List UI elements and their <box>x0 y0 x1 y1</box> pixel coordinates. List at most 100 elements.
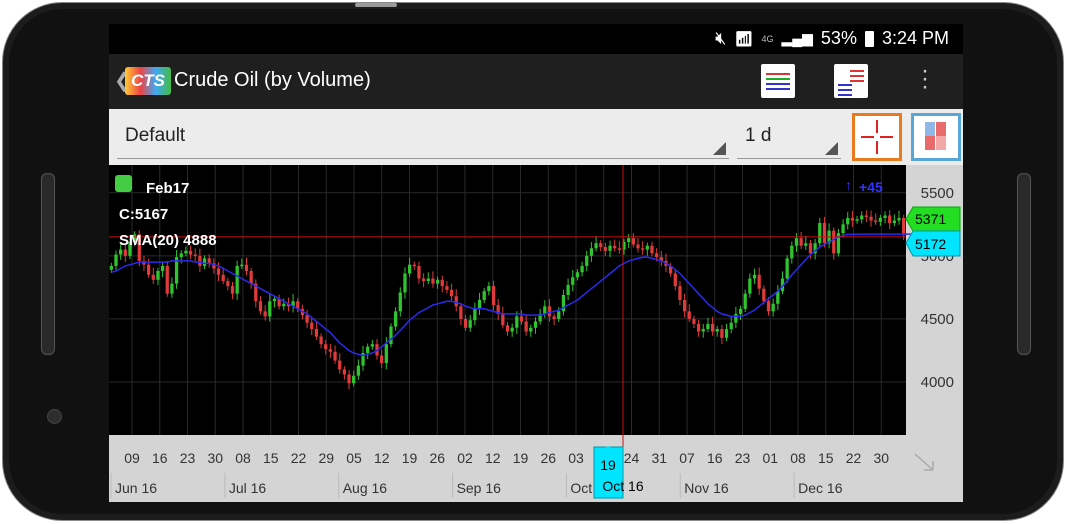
battery-percent: 53% <box>820 28 857 48</box>
candle-body <box>468 320 472 328</box>
date-tick-label: 23 <box>735 450 751 466</box>
candle-body <box>407 264 412 274</box>
candle-body <box>505 325 510 332</box>
month-label: Sep 16 <box>457 480 502 496</box>
date-tick-label: 12 <box>374 450 390 466</box>
signal-icon: ▂▄▆ <box>781 30 813 46</box>
interval-select-value: 1 d <box>745 125 772 146</box>
crosshair-button[interactable] <box>852 113 902 161</box>
candle-body <box>268 301 272 317</box>
cursor-month: Oct 16 <box>602 478 643 494</box>
candle-body <box>421 278 426 282</box>
candle-body <box>119 249 123 255</box>
candle-body <box>114 254 118 266</box>
candle-body <box>347 374 351 384</box>
candle-body <box>156 270 160 280</box>
date-tick-label: 22 <box>291 450 307 466</box>
candle-body <box>543 306 547 314</box>
date-tick-label: 12 <box>485 450 501 466</box>
candle-body <box>771 303 775 312</box>
date-tick-label: 30 <box>207 450 223 466</box>
candle-body <box>617 248 621 250</box>
candle-body <box>198 255 202 266</box>
date-tick-label: 29 <box>318 450 334 466</box>
candle-body <box>692 318 696 324</box>
split-view-button[interactable] <box>911 113 961 161</box>
plot-area <box>109 165 906 435</box>
phone-right-button <box>1017 173 1031 355</box>
candle-body <box>263 311 267 317</box>
template-select-value: Default <box>125 125 186 146</box>
date-tick-label: 02 <box>457 450 473 466</box>
candle-body <box>846 217 850 225</box>
date-tick-label: 31 <box>651 450 667 466</box>
candle-body <box>822 223 827 244</box>
date-tick-label: 16 <box>152 450 168 466</box>
studies-list-button[interactable] <box>761 64 795 98</box>
candle-body <box>594 243 598 249</box>
sma-price-tag: 5172 <box>905 230 961 257</box>
candle-body <box>808 243 813 254</box>
candle-body <box>682 300 687 312</box>
last-price-value: 5371 <box>915 211 946 227</box>
candle-body <box>352 375 356 384</box>
candle-body <box>529 327 533 332</box>
network-label: 4G <box>761 33 774 44</box>
candle-body <box>510 327 514 332</box>
candle-body <box>883 215 887 218</box>
interval-select[interactable]: 1 d <box>737 114 841 159</box>
candle-body <box>477 300 482 309</box>
phone-left-button <box>41 173 55 355</box>
candle-body <box>710 323 715 332</box>
wifi-icon: 📶︎ <box>734 30 754 48</box>
date-tick-label: 26 <box>540 450 556 466</box>
price-chart[interactable]: 5500500045004000 Feb17 C:5167 SMA(20) 48… <box>109 165 963 502</box>
candle-body <box>832 230 836 254</box>
candle-body <box>193 254 197 257</box>
candle-body <box>645 245 649 250</box>
candle-body <box>417 265 421 279</box>
page-title: Crude Oil (by Volume) <box>174 69 371 91</box>
date-tick-label: 08 <box>790 450 806 466</box>
date-tick-label: 05 <box>346 450 362 466</box>
candle-body <box>519 316 524 322</box>
candle-body <box>515 316 519 328</box>
date-tick-label: 22 <box>846 450 862 466</box>
phone-top-button <box>355 3 397 7</box>
candle-body <box>603 247 608 251</box>
battery-icon <box>864 30 874 47</box>
candle-body <box>440 279 444 287</box>
change-arrow-icon: ↑ <box>845 177 852 193</box>
template-select[interactable]: Default <box>117 114 729 159</box>
candle-body <box>221 274 225 282</box>
candle-body <box>818 223 822 244</box>
candle-body <box>305 315 309 323</box>
status-indicator-icon <box>115 175 132 192</box>
candle-body <box>449 289 454 297</box>
date-tick-label: 15 <box>263 450 279 466</box>
order-book-button[interactable] <box>834 64 868 98</box>
price-tick-label: 4500 <box>921 311 954 328</box>
template-dropdown-icon <box>713 142 726 155</box>
chart[interactable]: 5500500045004000 Feb17 C:5167 SMA(20) 48… <box>109 165 963 502</box>
candle-body <box>165 265 169 294</box>
candle-body <box>752 274 757 279</box>
candle-body <box>794 238 799 246</box>
candle-body <box>566 284 570 295</box>
candle-body <box>216 268 221 275</box>
candle-body <box>631 238 635 245</box>
candle-body <box>678 286 682 300</box>
legend-series: Feb17 <box>146 180 189 197</box>
split-view-icon <box>925 122 946 150</box>
more-options-icon[interactable]: · · · <box>917 59 933 99</box>
month-label: Jul 16 <box>229 480 267 496</box>
candle-body <box>454 296 458 307</box>
candle-body <box>501 313 505 326</box>
candle-body <box>641 248 645 250</box>
date-tick-label: 24 <box>624 450 640 466</box>
candle-body <box>902 217 906 235</box>
candle-body <box>860 215 864 220</box>
candle-body <box>599 243 603 248</box>
candle-body <box>435 279 440 284</box>
candle-body <box>748 278 752 294</box>
